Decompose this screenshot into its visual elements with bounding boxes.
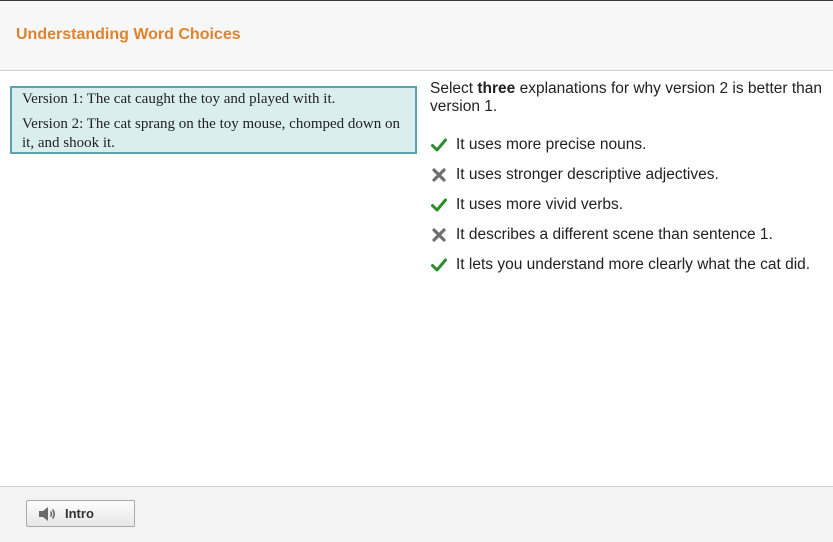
answer-options: It uses more precise nouns. It uses stro… <box>430 130 830 280</box>
answer-option[interactable]: It describes a different scene than sent… <box>430 220 830 250</box>
check-icon <box>430 256 448 274</box>
intro-button[interactable]: Intro <box>26 500 135 527</box>
intro-label: Intro <box>65 506 94 521</box>
answer-option[interactable]: It uses more vivid verbs. <box>430 190 830 220</box>
prompt-prefix: Select <box>430 80 478 97</box>
x-icon <box>430 166 448 184</box>
check-icon <box>430 136 448 154</box>
answer-option[interactable]: It uses more precise nouns. <box>430 130 830 160</box>
question-prompt: Select three explanations for why versio… <box>430 80 825 116</box>
speaker-icon <box>37 504 59 524</box>
answer-option[interactable]: It lets you understand more clearly what… <box>430 250 830 280</box>
version-1-text: Version 1: The cat caught the toy and pl… <box>22 91 336 107</box>
option-text: It uses more vivid verbs. <box>456 196 624 213</box>
option-text: It lets you understand more clearly what… <box>456 256 811 273</box>
answer-option[interactable]: It uses stronger descriptive adjectives. <box>430 160 830 190</box>
footer-bar: Intro <box>0 486 833 542</box>
header-bar: Understanding Word Choices <box>0 1 833 71</box>
option-text: It uses stronger descriptive adjectives. <box>456 166 719 183</box>
page-title: Understanding Word Choices <box>16 26 241 43</box>
check-icon <box>430 196 448 214</box>
x-icon <box>430 226 448 244</box>
passage-box: Version 1: The cat caught the toy and pl… <box>10 86 417 154</box>
option-text: It describes a different scene than sent… <box>456 226 773 243</box>
version-2-text: Version 2: The cat sprang on the toy mou… <box>22 116 400 151</box>
prompt-emphasis: three <box>477 80 516 97</box>
option-text: It uses more precise nouns. <box>456 136 647 153</box>
